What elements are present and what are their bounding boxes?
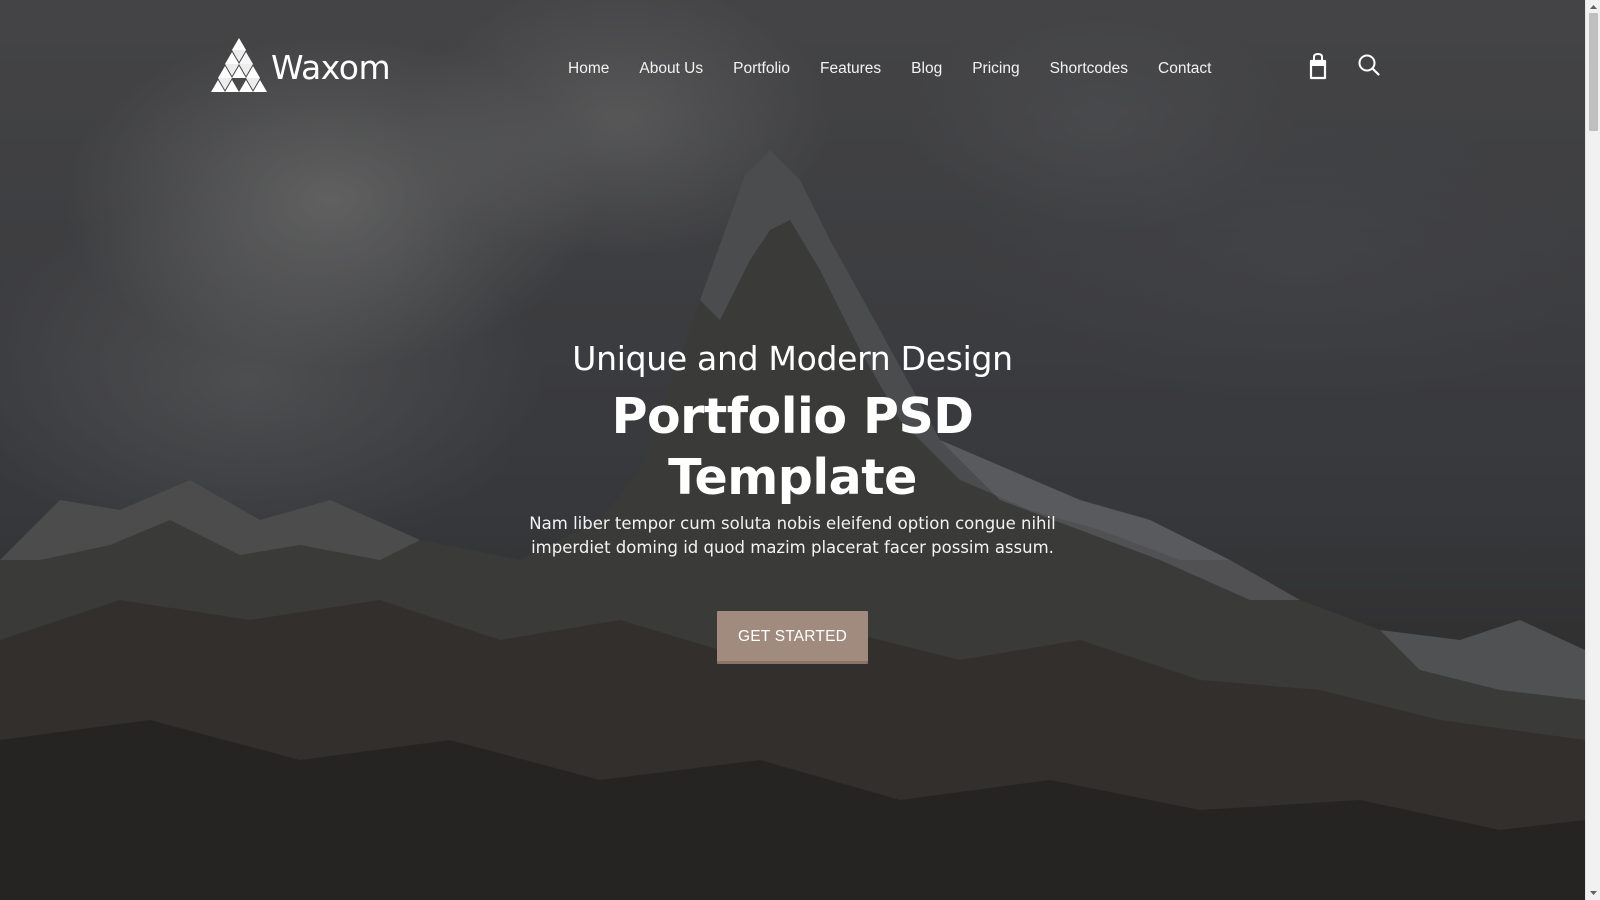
shopping-bag-icon[interactable] — [1305, 52, 1331, 80]
page-scrollbar[interactable] — [1585, 0, 1600, 900]
logo-link[interactable]: Waxom — [207, 38, 391, 96]
nav-item-portfolio[interactable]: Portfolio — [733, 55, 790, 83]
get-started-button[interactable]: GET STARTED — [717, 611, 868, 664]
nav-item-blog[interactable]: Blog — [911, 55, 942, 83]
nav-item-about-us[interactable]: About Us — [639, 55, 703, 83]
site-header: Waxom Home About Us Portfolio Features B… — [0, 0, 1585, 140]
hero-description: Nam liber tempor cum soluta nobis eleife… — [529, 514, 1056, 557]
page-viewport: Waxom Home About Us Portfolio Features B… — [0, 0, 1585, 900]
triangle-logo-icon — [211, 38, 267, 92]
hero-title: Portfolio PSD Template — [611, 388, 974, 506]
scroll-down-arrow-icon[interactable] — [1589, 888, 1598, 898]
main-navigation: Home About Us Portfolio Features Blog Pr… — [568, 55, 1211, 83]
nav-item-contact[interactable]: Contact — [1158, 55, 1211, 83]
brand-name: Waxom — [271, 47, 391, 87]
scrollbar-thumb[interactable] — [1589, 13, 1598, 131]
nav-item-shortcodes[interactable]: Shortcodes — [1050, 55, 1128, 83]
nav-item-home[interactable]: Home — [568, 55, 609, 83]
scroll-up-arrow-icon[interactable] — [1589, 2, 1598, 12]
hero-section: Unique and Modern Design Portfolio PSD T… — [0, 335, 1585, 664]
search-icon[interactable] — [1356, 52, 1382, 80]
nav-item-pricing[interactable]: Pricing — [972, 55, 1019, 83]
nav-item-features[interactable]: Features — [820, 55, 881, 83]
hero-subtitle: Unique and Modern Design — [572, 339, 1013, 378]
